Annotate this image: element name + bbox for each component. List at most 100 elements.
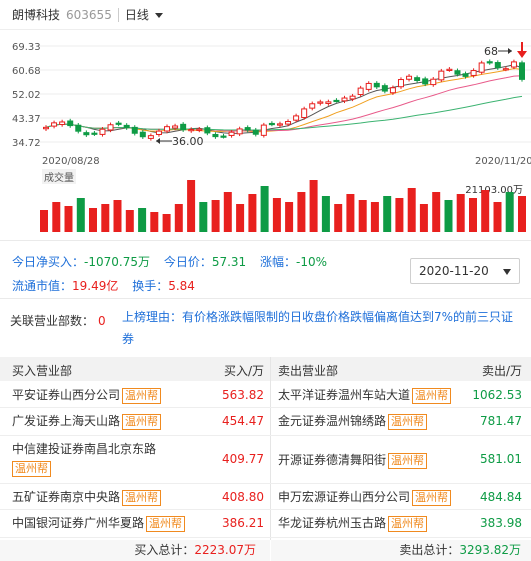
candle-body xyxy=(91,132,98,135)
candle-body xyxy=(422,78,429,85)
sell-dept-label: 华龙证券杭州玉古路 xyxy=(278,516,387,530)
volume-bar xyxy=(138,208,147,232)
sell-row[interactable]: 金元证券温州锦绣路 温州帮 781.47 xyxy=(271,408,531,436)
volume-bar xyxy=(370,202,379,232)
stats-row-2: 流通市值：19.49亿 换手：5.84 xyxy=(12,274,337,298)
sell-dept-name: 金元证券温州锦绣路 温州帮 xyxy=(278,413,478,430)
buy-row[interactable]: 中信建投证券南昌北京东路 温州帮 409.77 xyxy=(0,436,270,484)
candle-body xyxy=(204,127,211,134)
volume-bar xyxy=(64,206,73,232)
candle-body xyxy=(252,129,259,135)
buy-amount: 563.82 xyxy=(222,388,264,402)
candle-body xyxy=(309,103,316,109)
sell-total-value: 3293.82万 xyxy=(459,543,521,557)
volume-bar xyxy=(321,196,330,232)
net-buy-label: 今日净买入： xyxy=(12,255,85,269)
candle-body xyxy=(131,126,138,134)
volume-bar xyxy=(248,194,257,232)
date-select-value: 2020-11-20 xyxy=(419,264,489,278)
dept-tag-badge: 温州帮 xyxy=(412,388,452,404)
volume-bar xyxy=(481,190,490,232)
sell-dept-label: 金元证券温州锦绣路 xyxy=(278,414,387,428)
dept-tag-badge: 温州帮 xyxy=(12,461,51,477)
arrow-left-icon xyxy=(156,138,160,144)
stock-header: 朗博科技 603655 日线 xyxy=(0,0,531,30)
candle-body xyxy=(510,61,517,68)
candle-body xyxy=(115,122,122,125)
stock-name: 朗博科技 xyxy=(12,8,61,22)
volume-bar xyxy=(162,214,171,232)
volume-bar xyxy=(346,194,355,232)
listing-reason: 上榜理由：有价格涨跌幅限制的日收盘价格跌幅偏离值达到7%的前三只证券 xyxy=(122,310,514,346)
divider xyxy=(0,298,531,299)
volume-bar xyxy=(309,180,318,232)
candle-body xyxy=(51,122,58,127)
volume-bar xyxy=(150,212,159,232)
candle-body xyxy=(43,126,49,130)
candle-body xyxy=(325,101,332,104)
sell-row[interactable]: 申万宏源证券山西分公司 温州帮 484.84 xyxy=(271,484,531,510)
candle-body xyxy=(276,123,283,126)
candle-body xyxy=(99,128,106,135)
related-dept-count: 0 xyxy=(98,314,106,328)
candle-body xyxy=(293,115,300,121)
turnover-label: 换手： xyxy=(132,279,169,293)
candle-body xyxy=(147,135,154,139)
caret-down-icon xyxy=(503,269,511,275)
header-separator xyxy=(117,7,119,22)
candle-body xyxy=(180,123,187,131)
buy-row[interactable]: 广发证券上海天山路 温州帮 454.47 xyxy=(0,408,270,436)
volume-bar xyxy=(101,204,110,232)
volume-bar xyxy=(285,202,294,232)
volume-bar xyxy=(419,204,428,232)
candle-body xyxy=(59,121,66,126)
start-date: 2020/08/28 xyxy=(42,156,100,167)
buy-total-text: 买入总计：2223.07万 xyxy=(134,540,256,561)
candle-body xyxy=(220,135,227,138)
buy-dept-label: 平安证券山西分公司 xyxy=(12,388,121,402)
candle-body xyxy=(301,108,308,119)
float-cap-label: 流通市值： xyxy=(12,279,73,293)
candle-body xyxy=(172,125,179,129)
chevron-down-icon xyxy=(154,13,163,18)
candle-body xyxy=(430,78,437,86)
volume-bar xyxy=(125,210,134,232)
volume-bar xyxy=(211,200,220,232)
volume-bar xyxy=(518,196,526,232)
dept-tag-badge: 温州帮 xyxy=(388,453,428,469)
volume-bar xyxy=(40,210,48,232)
candle-body xyxy=(212,133,219,138)
candle-body xyxy=(188,129,195,132)
period-dropdown[interactable]: 日线 xyxy=(125,6,163,23)
candle-body xyxy=(341,97,348,102)
stock-code: 603655 xyxy=(66,7,112,22)
sell-amount: 581.01 xyxy=(480,452,522,466)
candle-body xyxy=(155,130,162,135)
buy-row[interactable]: 平安证券山西分公司 温州帮 563.82 xyxy=(0,382,270,408)
buy-row[interactable]: 中国银河证券广州华夏路 温州帮 386.21 xyxy=(0,510,270,538)
dept-tag-badge: 温州帮 xyxy=(412,490,452,506)
buy-row[interactable]: 五矿证券南京中央路 温州帮 408.80 xyxy=(0,484,270,510)
volume-bar xyxy=(493,202,502,232)
sell-row[interactable]: 华龙证券杭州玉古路 温州帮 383.98 xyxy=(271,510,531,538)
candle-body xyxy=(470,70,477,76)
candle-body xyxy=(244,127,251,131)
volume-bar xyxy=(407,188,416,232)
turnover-value: 5.84 xyxy=(168,279,195,293)
sell-amount: 781.47 xyxy=(480,414,522,428)
buy-amount: 408.80 xyxy=(222,490,264,504)
moving-average-line xyxy=(45,95,523,131)
change-label: 涨幅： xyxy=(260,255,297,269)
volume-bar xyxy=(469,198,477,232)
stats-row-1: 今日净买入：-1070.75万 今日价：57.31 涨幅：-10% xyxy=(12,250,337,274)
buy-total-label: 买入总计： xyxy=(134,543,195,557)
sell-row[interactable]: 开源证券德清舞阳街 温州帮 581.01 xyxy=(271,436,531,484)
volume-bar xyxy=(358,200,367,232)
candle-body xyxy=(389,87,396,94)
sell-row[interactable]: 太平洋证券温州车站大道 温州帮 1062.53 xyxy=(271,382,531,408)
arrow-down-icon xyxy=(517,51,527,58)
candle-body xyxy=(478,62,485,73)
date-select[interactable]: 2020-11-20 xyxy=(410,258,520,284)
dept-tag-badge: 温州帮 xyxy=(122,490,162,506)
volume-bar xyxy=(395,198,404,232)
